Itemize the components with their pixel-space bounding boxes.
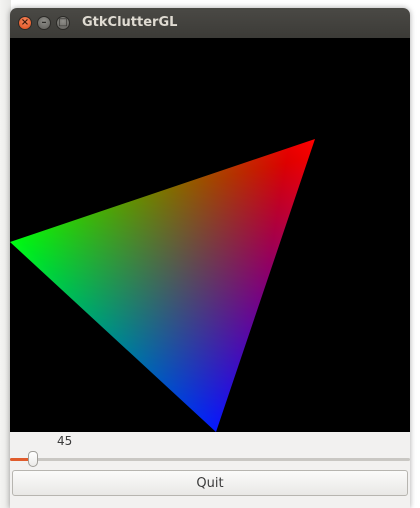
title-bar[interactable]: × – □ GtkClutterGL bbox=[10, 8, 410, 38]
maximize-icon[interactable]: □ bbox=[56, 16, 70, 30]
minimize-icon[interactable]: – bbox=[37, 16, 51, 30]
slider-value-label: 45 bbox=[57, 434, 73, 448]
slider-handle[interactable] bbox=[27, 451, 38, 467]
app-window: × – □ GtkClutterGL 45 Quit bbox=[10, 8, 410, 508]
window-title: GtkClutterGL bbox=[82, 15, 178, 30]
rotation-slider: 45 bbox=[10, 432, 410, 472]
quit-button[interactable]: Quit bbox=[12, 470, 408, 496]
slider-trough[interactable] bbox=[10, 458, 410, 461]
close-icon[interactable]: × bbox=[18, 16, 32, 30]
gl-canvas[interactable] bbox=[10, 38, 410, 432]
triangle-blue-component bbox=[10, 139, 315, 432]
triangle-scene bbox=[10, 139, 315, 432]
